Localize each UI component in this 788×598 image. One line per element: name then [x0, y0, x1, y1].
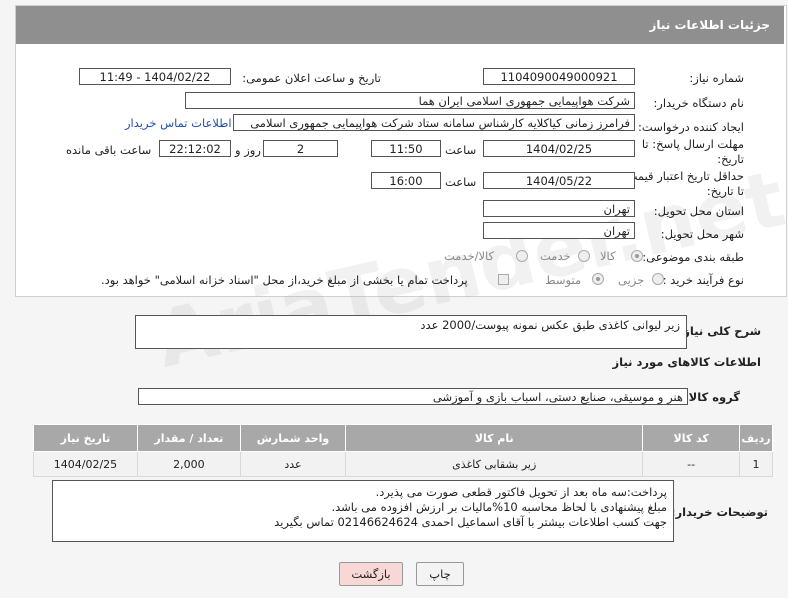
deadline-time-field: 11:50: [371, 140, 441, 157]
process-radio-medium[interactable]: [592, 273, 604, 285]
validity-time-field: 16:00: [371, 172, 441, 189]
deadline-label-date: تاریخ:: [717, 152, 744, 166]
category-radio-both[interactable]: [516, 250, 528, 262]
process-option-medium: متوسط: [545, 273, 582, 287]
col-header-row-number: ردیف: [739, 424, 773, 452]
buyer-notes-line: پرداخت:سه ماه بعد از تحویل فاکتور قطعی ص…: [375, 485, 667, 499]
cell-date: 1404/02/25: [33, 451, 138, 477]
buyer-field: شرکت هواپیمایی جمهوری اسلامی ایران هما: [185, 92, 635, 109]
col-header-date: تاریخ نیاز: [33, 424, 138, 452]
category-option-goods: کالا: [600, 249, 616, 263]
creator-label: ایجاد کننده درخواست:: [638, 120, 744, 134]
city-field: تهران: [483, 222, 635, 239]
announce-label: تاریخ و ساعت اعلان عمومی:: [242, 71, 381, 85]
category-option-both: کالا/خدمت: [444, 249, 495, 263]
buyer-notes-line: مبلغ پیشنهادی با لحاظ محاسبه 10%مالیات ب…: [331, 500, 667, 514]
city-label: شهر محل تحویل:: [660, 227, 744, 241]
validity-label-date: تا تاریخ:: [706, 184, 744, 198]
creator-field: فرامرز زمانی کیاکلایه کارشناس سامانه ستا…: [233, 114, 635, 131]
process-option-minor: جزیی: [618, 273, 645, 287]
buyer-notes-line: جهت کسب اطلاعات بیشتر با آقای اسماعیل اح…: [274, 515, 667, 529]
process-radio-minor[interactable]: [652, 273, 664, 285]
col-header-code: کد کالا: [642, 424, 741, 452]
category-option-service: خدمت: [540, 249, 571, 263]
table-header-row: ردیف کد کالا نام کالا واحد شمارش تعداد /…: [33, 424, 773, 452]
col-header-name: نام کالا: [345, 424, 644, 452]
page-header: جزئیات اطلاعات نیاز: [16, 6, 784, 44]
announce-field: 1404/02/22 - 11:49: [79, 68, 231, 85]
need-number-label: شماره نیاز:: [689, 71, 744, 85]
description-text: زیر لیوانی کاغذی طبق عکس نمونه پیوست/200…: [420, 318, 680, 332]
description-label: شرح کلی نیاز:: [678, 324, 761, 338]
process-label: نوع فرآیند خرید :: [662, 273, 744, 287]
buyer-notes-field: پرداخت:سه ماه بعد از تحویل فاکتور قطعی ص…: [52, 480, 674, 542]
validity-label: حداقل تاریخ اعتبار قیمت:: [622, 169, 744, 183]
province-field: تهران: [483, 200, 635, 217]
contact-buyer-link[interactable]: اطلاعات تماس خریدار: [125, 116, 232, 130]
deadline-label: مهلت ارسال پاسخ: تا: [641, 137, 744, 151]
cell-name: زیر بشقابی کاغذی: [345, 451, 644, 477]
goods-table: ردیف کد کالا نام کالا واحد شمارش تعداد /…: [33, 424, 773, 477]
deadline-date-field: 1404/02/25: [483, 140, 635, 157]
cell-unit: عدد: [239, 451, 347, 477]
category-radio-goods[interactable]: [631, 250, 643, 262]
treasury-note: پرداخت تمام یا بخشی از مبلغ خرید،از محل …: [101, 273, 468, 287]
remaining-field: 22:12:02: [159, 140, 231, 157]
description-field: زیر لیوانی کاغذی طبق عکس نمونه پیوست/200…: [135, 315, 687, 349]
print-button[interactable]: چاپ: [416, 562, 464, 586]
table-row: 1 -- زیر بشقابی کاغذی عدد 2,000 1404/02/…: [33, 451, 773, 477]
goods-group-field: هنر و موسیقی، صنایع دستی، اسباب بازی و آ…: [138, 388, 688, 405]
deadline-time-label: ساعت: [445, 143, 477, 157]
treasury-checkbox[interactable]: [498, 274, 509, 285]
validity-date-field: 1404/05/22: [483, 172, 635, 189]
goods-section-title: اطلاعات کالاهای مورد نیاز: [612, 355, 761, 369]
page-title: جزئیات اطلاعات نیاز: [649, 18, 770, 32]
cell-row-number: 1: [739, 451, 773, 477]
validity-time-label: ساعت: [445, 175, 477, 189]
buyer-notes-label: توضیحات خریدار:: [670, 505, 768, 519]
need-number-field: 1104090049000921: [483, 68, 635, 85]
days-label: روز و: [235, 143, 261, 157]
goods-group-label: گروه کالا:: [684, 390, 740, 404]
cell-code: --: [642, 451, 741, 477]
category-label: طبقه بندی موضوعی:: [642, 250, 744, 264]
province-label: استان محل تحویل:: [653, 204, 744, 218]
cell-quantity: 2,000: [136, 451, 241, 477]
remaining-label: ساعت باقی مانده: [66, 143, 152, 157]
col-header-quantity: تعداد / مقدار: [136, 424, 241, 452]
buyer-label: نام دستگاه خریدار:: [653, 96, 744, 110]
category-radio-service[interactable]: [578, 250, 590, 262]
days-field: 2: [263, 140, 338, 157]
back-button[interactable]: بازگشت: [339, 562, 403, 586]
col-header-unit: واحد شمارش: [239, 424, 347, 452]
